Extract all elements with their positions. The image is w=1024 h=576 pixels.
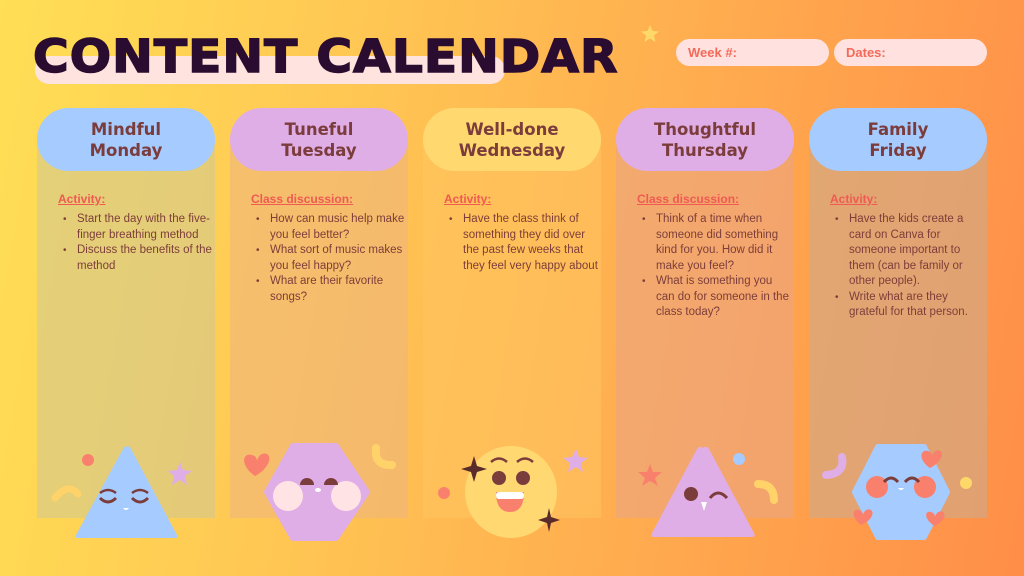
dot-icon xyxy=(733,453,745,465)
squiggle-icon xyxy=(822,453,847,479)
squiggle-icon xyxy=(754,480,778,504)
star-icon xyxy=(168,462,192,485)
purple-hexagon-mascot xyxy=(264,443,370,541)
yellow-circle-mascot xyxy=(465,446,557,538)
squiggle-icon xyxy=(371,444,396,470)
decorations-layer xyxy=(51,443,972,541)
squiggle-icon xyxy=(51,485,82,502)
dot-icon xyxy=(960,477,972,489)
heart-icon xyxy=(244,453,270,476)
dot-icon xyxy=(82,454,94,466)
star-icon xyxy=(638,464,662,486)
dot-icon xyxy=(438,487,450,499)
star-icon xyxy=(563,449,588,472)
